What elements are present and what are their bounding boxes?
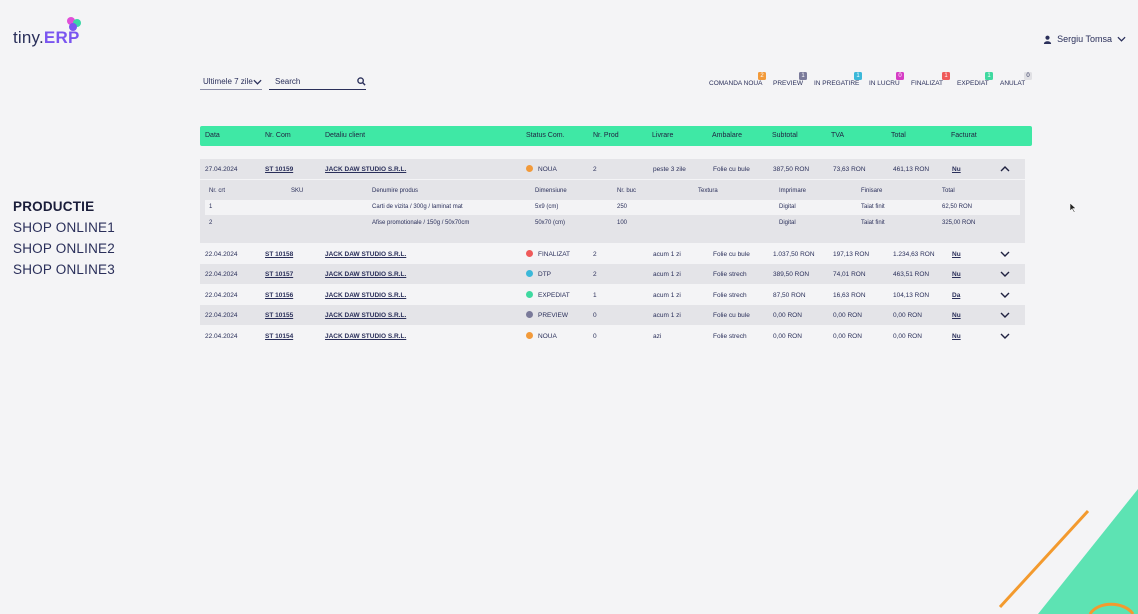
client-link[interactable]: JACK DAW STUDIO S.R.L. [325,166,406,173]
chevron-down-icon[interactable] [1000,249,1010,259]
sidebar-item-shop-online1[interactable]: SHOP ONLINE1 [13,217,115,238]
facturat-link[interactable]: Nu [952,251,961,258]
sidebar-item-shop-online2[interactable]: SHOP ONLINE2 [13,238,115,259]
column-header[interactable]: Data [205,132,220,139]
order-number-link[interactable]: ST 10159 [265,166,293,173]
order-number-link[interactable]: ST 10155 [265,312,293,319]
detail-row: 1 Carti de vizita / 300g / laminat mat 5… [205,200,1020,215]
column-header[interactable]: Total [891,132,906,139]
status-filter-preview[interactable]: PREVIEW 1 [773,72,809,90]
column-header[interactable]: Status Com. [526,132,565,139]
status-count-badge: 1 [942,72,950,80]
table-row[interactable]: 22.04.2024 ST 10157 JACK DAW STUDIO S.R.… [200,264,1025,284]
status-filter-in-pregatire[interactable]: IN PREGATIRE 1 [814,72,864,90]
status-dot [526,332,533,339]
chevron-down-icon [1117,36,1126,42]
order-number-link[interactable]: ST 10156 [265,292,293,299]
chevron-down-icon[interactable] [1000,310,1010,320]
sidebar-item-shop-online3[interactable]: SHOP ONLINE3 [13,259,115,280]
status-filter-in-lucru[interactable]: IN LUCRU 0 [869,72,905,90]
status-text: EXPEDIAT [538,292,570,299]
facturat-link[interactable]: Nu [952,312,961,319]
order-number-link[interactable]: ST 10154 [265,333,293,340]
status-text: PREVIEW [538,312,568,319]
column-header[interactable]: Detaliu client [325,132,365,139]
decorative-corner-shape [998,489,1138,614]
facturat-link[interactable]: Nu [952,166,961,173]
order-details-panel: Nr. crt SKU Denumire produs Dimensiune N… [200,180,1025,243]
column-header[interactable]: TVA [831,132,844,139]
table-row[interactable]: 22.04.2024 ST 10155 JACK DAW STUDIO S.R.… [200,305,1025,325]
table-row[interactable]: 22.04.2024 ST 10158 JACK DAW STUDIO S.R.… [200,244,1025,264]
client-link[interactable]: JACK DAW STUDIO S.R.L. [325,251,406,258]
facturat-link[interactable]: Nu [952,333,961,340]
logo-text: tiny.ERP [13,28,80,47]
search-box [269,74,366,90]
status-filter-finalizat[interactable]: FINALIZAT 1 [911,72,951,90]
column-header[interactable]: Ambalare [712,132,742,139]
detail-row: 2 Afise promotionale / 150g / 50x70cm 50… [209,220,976,226]
client-link[interactable]: JACK DAW STUDIO S.R.L. [325,333,406,340]
sidebar-item-productie[interactable]: PRODUCTIE [13,196,115,217]
chevron-down-icon[interactable] [1000,290,1010,300]
facturat-link[interactable]: Nu [952,271,961,278]
chevron-down-icon[interactable] [1000,331,1010,341]
period-value: Ultimele 7 zile [203,77,253,86]
client-link[interactable]: JACK DAW STUDIO S.R.L. [325,271,406,278]
table-row[interactable]: 22.04.2024 ST 10156 JACK DAW STUDIO S.R.… [200,285,1025,305]
status-count-badge: 1 [854,72,862,80]
table-row[interactable]: 27.04.2024 ST 10159 JACK DAW STUDIO S.R.… [200,159,1025,179]
mouse-cursor-icon [1070,203,1077,213]
user-icon [1044,35,1052,44]
table-row[interactable]: 22.04.2024 ST 10154 JACK DAW STUDIO S.R.… [200,326,1025,346]
status-filter-expediat[interactable]: EXPEDIAT 1 [957,72,995,90]
status-count-badge: 0 [1024,72,1032,80]
status-dot [526,311,533,318]
column-header[interactable]: Facturat [951,132,977,139]
order-number-link[interactable]: ST 10157 [265,271,293,278]
status-dot [526,165,533,172]
status-count-badge: 1 [799,72,807,80]
status-dot [526,270,533,277]
column-header[interactable]: Nr. Com [265,132,291,139]
status-text: NOUA [538,166,557,173]
user-name: Sergiu Tomsa [1057,34,1112,44]
chevron-down-icon[interactable] [1000,269,1010,279]
table-header: Data Nr. Com Detaliu client Status Com. … [200,126,1032,146]
search-icon[interactable] [357,77,366,86]
chevron-up-icon[interactable] [1000,164,1010,174]
client-link[interactable]: JACK DAW STUDIO S.R.L. [325,292,406,299]
status-text: NOUA [538,333,557,340]
sidebar: PRODUCTIE SHOP ONLINE1 SHOP ONLINE2 SHOP… [13,196,115,280]
column-header[interactable]: Subtotal [772,132,798,139]
facturat-link[interactable]: Da [952,292,960,299]
user-menu[interactable]: Sergiu Tomsa [1043,34,1126,44]
status-text: FINALIZAT [538,251,571,258]
status-count-badge: 2 [758,72,766,80]
status-dot [526,291,533,298]
column-header[interactable]: Livrare [652,132,673,139]
status-dot [526,250,533,257]
column-header[interactable]: Nr. Prod [593,132,619,139]
status-count-badge: 1 [985,72,993,80]
status-filter-anulat[interactable]: ANULAT 0 [1000,72,1034,90]
period-select[interactable]: Ultimele 7 zile [200,74,262,90]
status-text: DTP [538,271,551,278]
order-number-link[interactable]: ST 10158 [265,251,293,258]
status-filter-comanda-noua[interactable]: COMANDA NOUA 2 [709,72,767,90]
client-link[interactable]: JACK DAW STUDIO S.R.L. [325,312,406,319]
chevron-down-icon [253,79,262,85]
app-logo[interactable]: tiny.ERP [13,16,93,47]
status-count-badge: 0 [896,72,904,80]
search-input[interactable] [275,77,345,86]
